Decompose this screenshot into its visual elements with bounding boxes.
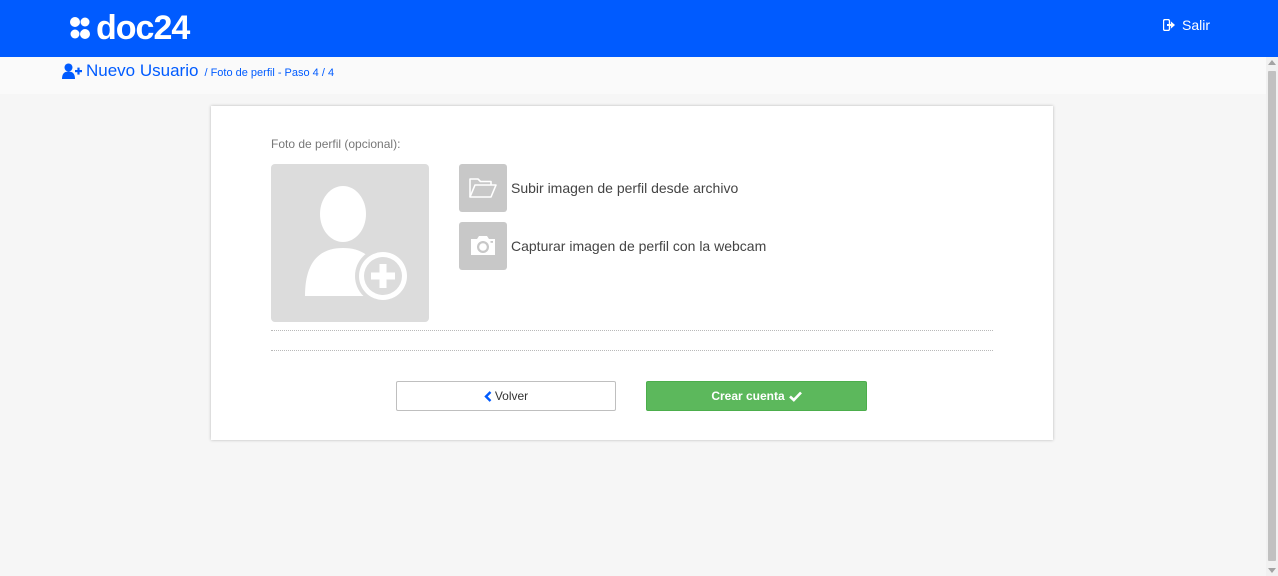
- create-account-label: Crear cuenta: [711, 389, 785, 403]
- check-icon: [788, 391, 802, 402]
- breadcrumb: Nuevo Usuario / Foto de perfil - Paso 4 …: [0, 57, 1266, 94]
- scroll-up-arrow-icon[interactable]: [1268, 60, 1276, 65]
- webcam-icon-box: [459, 222, 507, 270]
- logout-label: Salir: [1181, 17, 1210, 33]
- create-account-button[interactable]: Crear cuenta: [646, 381, 867, 411]
- upload-icon-box: [459, 164, 507, 212]
- back-button-label: Volver: [494, 389, 529, 403]
- photo-field-label: Foto de perfil (opcional):: [271, 137, 401, 151]
- scroll-down-arrow-icon[interactable]: [1268, 568, 1276, 573]
- divider: [271, 330, 993, 331]
- upload-from-file-option[interactable]: Subir imagen de perfil desde archivo: [459, 164, 738, 212]
- user-plus-icon: [62, 63, 82, 79]
- sign-out-icon: [1162, 19, 1175, 31]
- camera-icon: [471, 236, 495, 255]
- logout-button[interactable]: Salir: [1162, 17, 1210, 33]
- webcam-option-label: Capturar imagen de perfil con la webcam: [511, 238, 767, 254]
- page-step: / Foto de perfil - Paso 4 / 4: [204, 67, 335, 79]
- divider: [271, 350, 993, 351]
- folder-open-icon: [469, 178, 497, 198]
- logo-text: doc24: [96, 9, 190, 47]
- chevron-left-icon: [484, 390, 492, 402]
- profile-photo-card: Foto de perfil (opcional): Subir imagen …: [211, 106, 1053, 440]
- page-scrollbar[interactable]: [1266, 57, 1278, 576]
- upload-option-label: Subir imagen de perfil desde archivo: [511, 180, 739, 196]
- top-navbar: doc24 Salir: [0, 0, 1278, 57]
- webcam-capture-option[interactable]: Capturar imagen de perfil con la webcam: [459, 222, 766, 270]
- scrollbar-thumb[interactable]: [1268, 71, 1276, 561]
- doc24-logo-icon: [70, 17, 90, 39]
- back-button[interactable]: Volver: [396, 381, 616, 411]
- brand-logo[interactable]: doc24: [68, 9, 190, 47]
- user-add-placeholder-icon: [305, 186, 411, 304]
- page-title: Nuevo Usuario: [86, 61, 199, 80]
- avatar-preview[interactable]: [271, 164, 429, 322]
